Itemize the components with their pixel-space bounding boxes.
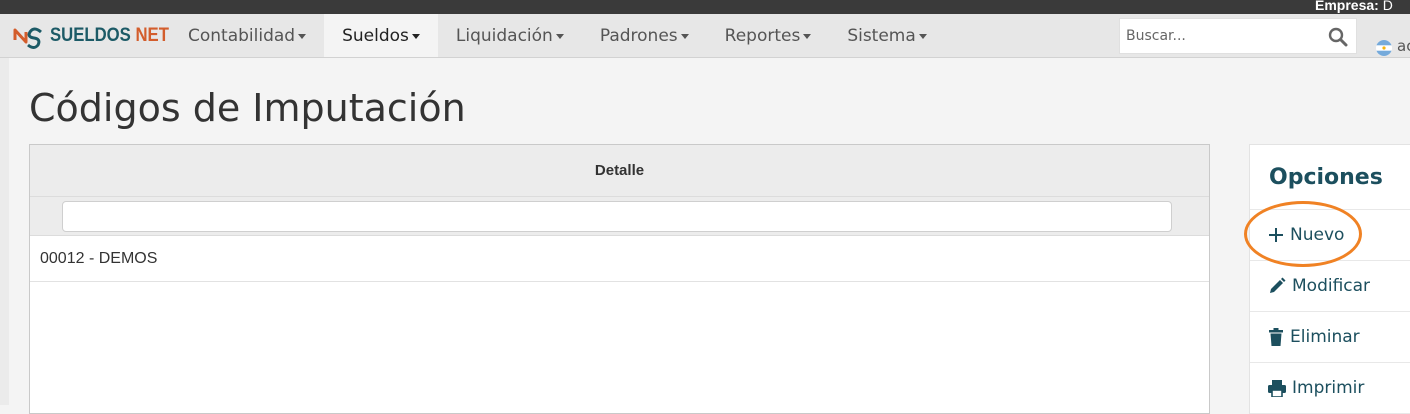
caret-down-icon <box>918 34 927 39</box>
nav-label: Liquidación <box>455 25 553 46</box>
modificar-label: Modificar <box>1292 276 1371 296</box>
search-input[interactable] <box>1120 19 1320 53</box>
filter-row <box>30 197 1209 236</box>
brand-name: SUELDOS NET <box>50 25 169 47</box>
column-header-detalle[interactable]: Detalle <box>30 145 1209 197</box>
nuevo-label: Nuevo <box>1290 225 1345 245</box>
brand-part2: NET <box>135 24 169 46</box>
table-row[interactable]: 00012 - DEMOS <box>30 236 1209 282</box>
nav-label: Padrones <box>599 25 678 46</box>
nav-label: Sueldos <box>342 25 409 46</box>
caret-down-icon <box>803 34 812 39</box>
argentina-flag-icon <box>1376 40 1392 56</box>
sueldos-net-logo-icon <box>13 27 42 49</box>
nav-label: Sistema <box>847 25 916 46</box>
caret-down-icon <box>680 34 689 39</box>
pencil-icon <box>1270 277 1286 293</box>
brand-part1: SUELDOS <box>50 24 131 46</box>
page-title: Códigos de Imputación <box>29 86 466 130</box>
plus-icon <box>1269 228 1283 242</box>
top-bar: Empresa: D <box>0 0 1410 14</box>
nav-padrones[interactable]: Padrones <box>582 14 707 57</box>
caret-down-icon <box>555 34 564 39</box>
options-title: Opciones <box>1250 145 1410 210</box>
nav-sueldos[interactable]: Sueldos <box>324 14 438 57</box>
eliminar-label: Eliminar <box>1290 327 1360 347</box>
options-panel: Opciones Nuevo Modificar Eliminar Imprim… <box>1249 144 1410 414</box>
left-strip <box>0 58 9 405</box>
caret-down-icon <box>298 34 307 39</box>
navbar: SUELDOS NET Contabilidad Sueldos Liquida… <box>0 14 1410 58</box>
company-label: Empresa: <box>1315 0 1379 13</box>
brand-logo[interactable]: SUELDOS NET <box>12 14 185 57</box>
detalle-filter-input[interactable] <box>62 201 1172 232</box>
main-menu: Contabilidad Sueldos Liquidación Padrone… <box>170 14 945 57</box>
nav-label: Contabilidad <box>188 25 296 46</box>
user-menu[interactable]: ac <box>1397 37 1410 55</box>
nav-contabilidad[interactable]: Contabilidad <box>170 14 324 57</box>
caret-down-icon <box>411 34 420 39</box>
nav-reportes[interactable]: Reportes <box>707 14 830 57</box>
eliminar-button[interactable]: Eliminar <box>1250 312 1410 363</box>
nav-liquidacion[interactable]: Liquidación <box>438 14 582 57</box>
imprimir-label: Imprimir <box>1292 378 1365 398</box>
search-icon[interactable] <box>1328 27 1348 47</box>
print-icon <box>1268 379 1286 397</box>
nav-sistema[interactable]: Sistema <box>829 14 944 57</box>
data-table: Detalle 00012 - DEMOS <box>29 144 1210 414</box>
trash-icon <box>1269 328 1283 346</box>
search-box <box>1119 18 1357 54</box>
nav-label: Reportes <box>724 25 801 46</box>
row-detalle: 00012 - DEMOS <box>40 249 158 267</box>
company-indicator: Empresa: D <box>1315 0 1393 13</box>
company-value: D <box>1382 0 1393 13</box>
nuevo-button[interactable]: Nuevo <box>1250 210 1410 261</box>
imprimir-button[interactable]: Imprimir <box>1250 363 1410 414</box>
modificar-button[interactable]: Modificar <box>1250 261 1410 312</box>
